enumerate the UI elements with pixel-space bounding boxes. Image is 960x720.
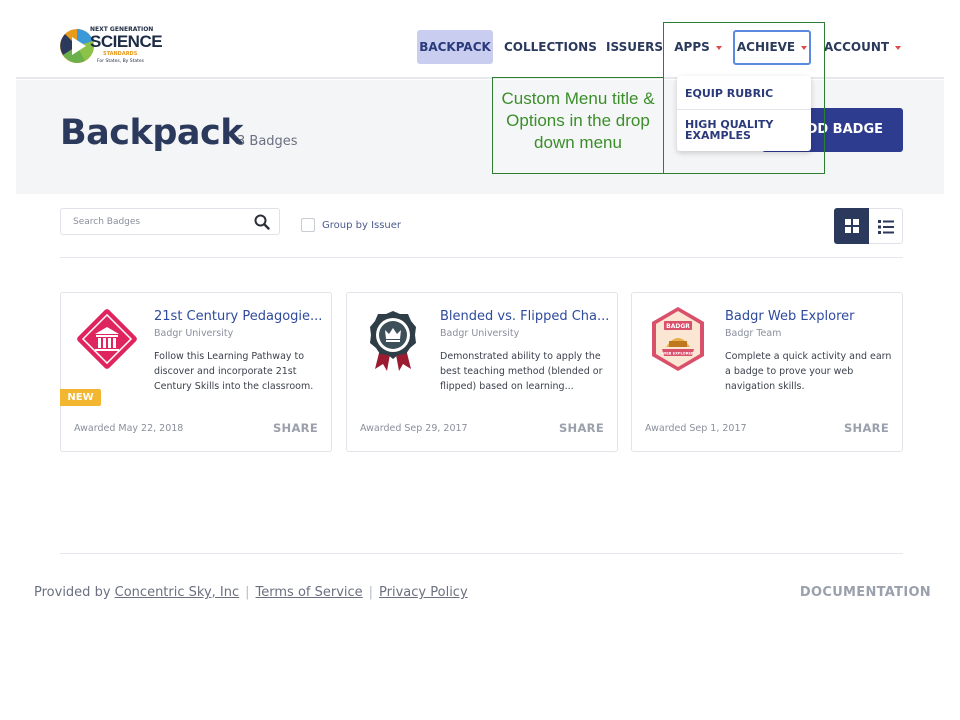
group-by-issuer-checkbox[interactable]: [301, 218, 315, 232]
caret-down-icon: [895, 45, 902, 50]
logo-sub-text: STANDARDS: [103, 51, 138, 57]
badge-art-top-text: BADGR: [666, 323, 690, 330]
app-frame: NEXT GENERATION SCIENCE STANDARDS For St…: [16, 0, 944, 622]
footer-links: Provided by Concentric Sky, Inc | Terms of…: [34, 585, 468, 600]
badge-title[interactable]: 21st Century Pedagogie...: [154, 309, 324, 324]
badge-card[interactable]: 21st Century Pedagogie... Badgr Universi…: [60, 292, 332, 452]
annotation-highlight-box: [663, 22, 825, 174]
badge-card[interactable]: Blended vs. Flipped Cha... Badgr Univers…: [346, 292, 618, 452]
footer-separator: |: [368, 585, 374, 600]
grid-icon: [845, 219, 859, 233]
nav-backpack[interactable]: BACKPACK: [417, 30, 493, 64]
group-by-issuer-label[interactable]: Group by Issuer: [322, 220, 401, 231]
nav-account-menu[interactable]: ACCOUNT: [824, 30, 902, 64]
share-button[interactable]: SHARE: [844, 421, 889, 435]
logo-main-text: SCIENCE: [90, 32, 163, 51]
badge-issuer: Badgr University: [440, 328, 520, 339]
search-box: [60, 208, 280, 235]
search-icon[interactable]: [254, 214, 270, 230]
divider: [60, 257, 903, 258]
badge-description: Complete a quick activity and earn a bad…: [725, 351, 892, 392]
documentation-link[interactable]: DOCUMENTATION: [800, 585, 931, 600]
badge-card[interactable]: BADGR WEB EXPLORER Badgr Web Explorer Ba…: [631, 292, 903, 452]
footer-privacy-link[interactable]: Privacy Policy: [379, 585, 468, 600]
badge-issuer: Badgr University: [154, 328, 234, 339]
award-ribbon-icon: [370, 311, 416, 371]
nav-account-label: ACCOUNT: [824, 40, 890, 54]
badge-awarded-date: Awarded May 22, 2018: [74, 423, 184, 434]
badge-issuer: Badgr Team: [725, 328, 782, 339]
badge-title[interactable]: Blended vs. Flipped Cha...: [440, 309, 610, 324]
badge-title[interactable]: Badgr Web Explorer: [725, 309, 895, 324]
badge-description: Follow this Learning Pathway to discover…: [154, 351, 314, 392]
share-button[interactable]: SHARE: [559, 421, 604, 435]
badge-count: 3 Badges: [237, 134, 298, 149]
search-input[interactable]: [73, 209, 243, 234]
footer-separator: |: [245, 585, 250, 600]
grid-view-button[interactable]: [834, 208, 869, 244]
footer-terms-link[interactable]: Terms of Service: [256, 585, 363, 600]
nav-issuers[interactable]: ISSUERS: [606, 30, 663, 64]
logo-tagline: For States, By States: [97, 59, 145, 64]
footer-company-link[interactable]: Concentric Sky, Inc: [115, 585, 239, 600]
web-explorer-badge-icon: BADGR WEB EXPLORER: [652, 307, 704, 371]
badge-awarded-date: Awarded Sep 1, 2017: [645, 423, 747, 434]
badge-description: Demonstrated ability to apply the best t…: [440, 351, 603, 392]
footer-provided-by: Provided by: [34, 585, 111, 600]
badge-awarded-date: Awarded Sep 29, 2017: [360, 423, 468, 434]
new-badge-label: NEW: [60, 389, 101, 406]
institution-diamond-icon: [77, 309, 137, 369]
annotation-text: Custom Menu title & Options in the drop …: [501, 89, 655, 152]
share-button[interactable]: SHARE: [273, 421, 318, 435]
nav-collections[interactable]: COLLECTIONS: [504, 30, 597, 64]
page-title: Backpack: [60, 113, 244, 153]
list-icon: [878, 220, 894, 234]
ngss-logo[interactable]: NEXT GENERATION SCIENCE STANDARDS For St…: [59, 24, 163, 68]
list-view-button[interactable]: [869, 208, 903, 244]
footer-divider: [60, 553, 903, 554]
badge-art-bottom-text: WEB EXPLORER: [662, 352, 694, 356]
